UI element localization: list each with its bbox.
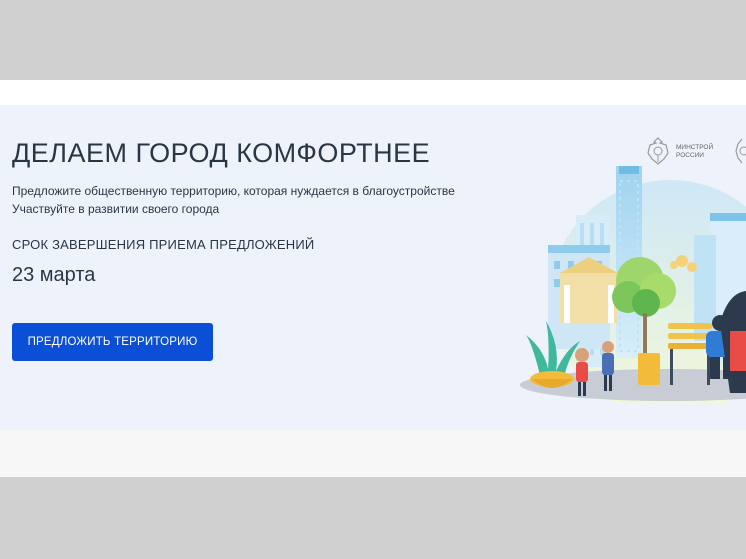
top-gray-bar [0, 0, 746, 80]
banner-subtitle-line1: Предложите общественную территорию, кото… [12, 184, 455, 198]
banner-title: ДЕЛАЕМ ГОРОД КОМФОРТНЕЕ [12, 138, 431, 168]
propose-territory-button[interactable]: ПРЕДЛОЖИТЬ ТЕРРИТОРИЮ [12, 323, 213, 361]
logo-line2: РОССИИ [676, 151, 704, 159]
bottom-light-strip [0, 430, 746, 477]
city-illustration [520, 166, 746, 403]
logo-line1: МИНСТРОЙ [676, 144, 714, 151]
deadline-date: 23 марта [12, 264, 96, 286]
top-white-strip [0, 80, 746, 105]
bottom-gray-bar [0, 477, 746, 559]
banner-subtitle-line2: Участвуйте в развитии своего города [12, 202, 220, 216]
promo-banner: ДЕЛАЕМ ГОРОД КОМФОРТНЕЕ Предложите общес… [0, 105, 746, 430]
deadline-label: СРОК ЗАВЕРШЕНИЯ ПРИЕМА ПРЕДЛОЖЕНИЙ [12, 237, 315, 252]
